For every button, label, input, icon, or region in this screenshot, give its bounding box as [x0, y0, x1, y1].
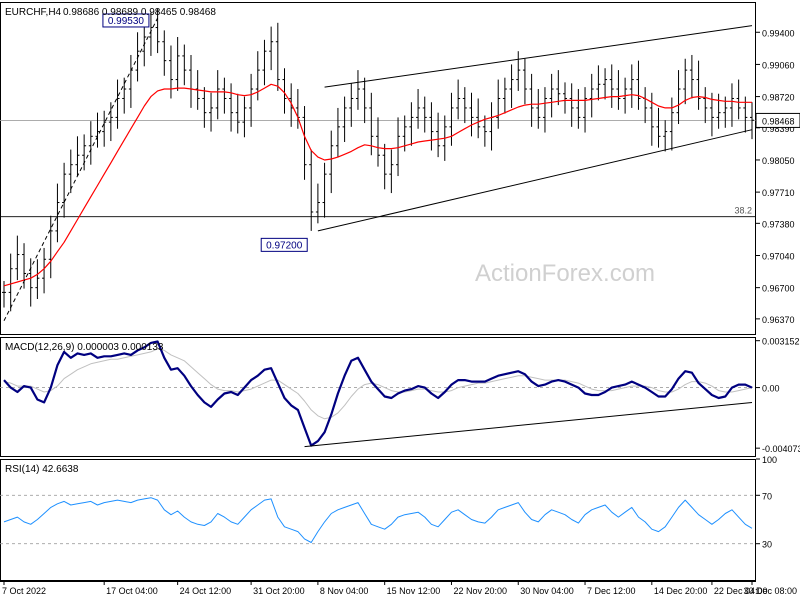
- macd-ytick-label: 0.00: [762, 384, 780, 394]
- time-tick-label: 7 Oct 2022: [2, 586, 46, 596]
- price-ytick-label: 0.97040: [762, 251, 795, 261]
- watermark-text: ActionForex.com: [475, 260, 655, 287]
- current-price-label: 0.98468: [762, 116, 795, 126]
- rsi-label: RSI(14) 42.6638: [5, 464, 79, 475]
- time-tick-label: 7 Dec 12:00: [587, 586, 636, 596]
- ohlc-readout: 0.98686 0.98689 0.98465 0.98468: [63, 7, 216, 18]
- eurchf-chart: ActionForex.com 0.99400 0.99060 0.98720 0.98…: [0, 0, 800, 600]
- rsi-ytick-label: 30: [762, 540, 772, 550]
- time-tick-label: 31 Oct 20:00: [253, 586, 305, 596]
- time-tick-label: 24 Oct 12:00: [180, 586, 232, 596]
- channel-support-line: [317, 129, 753, 232]
- chart-canvas: ActionForex.com 0.99400 0.99060 0.98720 0.98…: [0, 2, 800, 596]
- macd-signal-line: [3, 348, 753, 420]
- price-ytick-label: 0.97380: [762, 219, 795, 229]
- time-tick-label: 22 Nov 20:00: [453, 586, 507, 596]
- macd-label: MACD(12,26,9) 0.000003 0.000133: [5, 342, 164, 353]
- macd-ytick-label: 0.003152: [762, 337, 800, 347]
- price-ytick-label: 0.96700: [762, 284, 795, 294]
- price-ytick-label: 0.98720: [762, 93, 795, 103]
- rsi-ytick-label: 70: [762, 491, 772, 501]
- rsi-ytick-label: 100: [762, 455, 777, 465]
- time-tick-label: 8 Nov 04:00: [320, 586, 369, 596]
- time-tick-label: 15 Nov 12:00: [387, 586, 441, 596]
- macd-line: [3, 340, 753, 447]
- time-tick-label: 30 Dec 08:00: [743, 586, 797, 596]
- rsi-line: [3, 497, 753, 543]
- macd-ytick-label: -0.004073: [762, 444, 800, 454]
- annotation-label: 0.97200: [266, 240, 303, 251]
- price-ytick-label: 0.98050: [762, 156, 795, 166]
- moving-average-line: [3, 83, 752, 287]
- price-ytick-label: 0.96370: [762, 315, 795, 325]
- price-ytick-label: 0.99400: [762, 28, 795, 38]
- channel-resistance-line: [324, 25, 753, 88]
- time-tick-label: 14 Dec 20:00: [654, 586, 708, 596]
- price-ytick-label: 0.97710: [762, 188, 795, 198]
- time-tick-label: 17 Oct 04:00: [106, 586, 158, 596]
- symbol-label: EURCHF,H4: [5, 7, 62, 18]
- time-tick-label: 30 Nov 04:00: [520, 586, 574, 596]
- price-ytick-label: 0.99060: [762, 60, 795, 70]
- dashed-trendline: [3, 17, 159, 321]
- macd-trendline: [304, 401, 753, 448]
- fib-level-label: 38.2: [734, 206, 752, 216]
